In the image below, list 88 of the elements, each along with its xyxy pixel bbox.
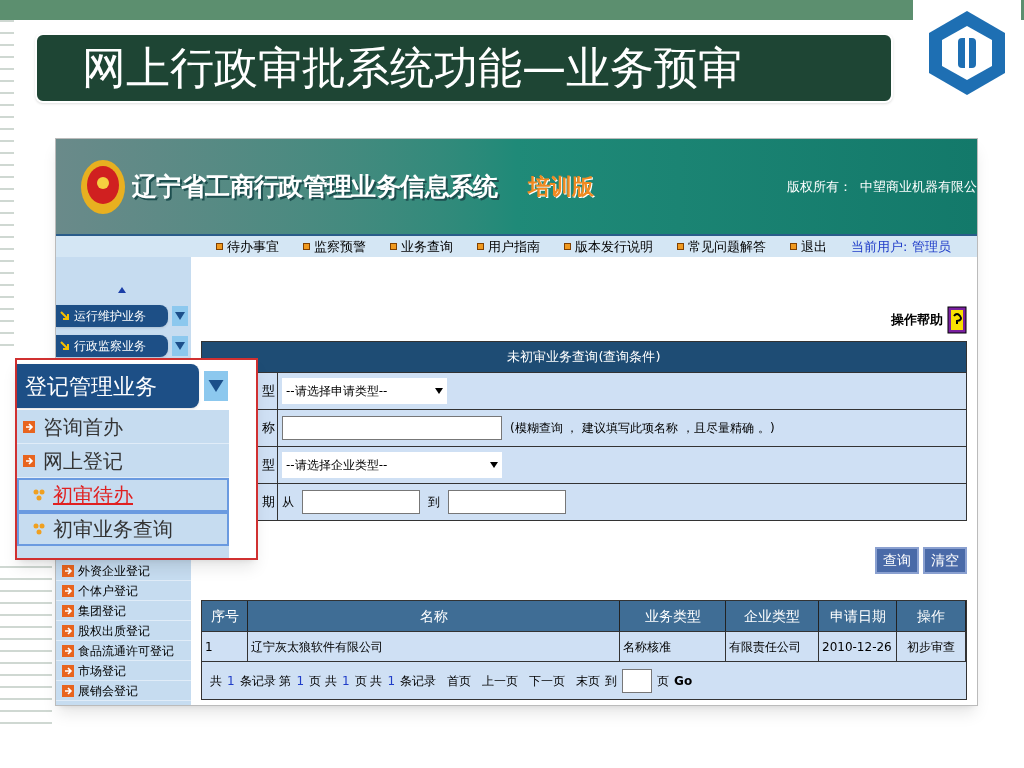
caret-icon[interactable] [490, 462, 498, 468]
field-label: 型 [262, 382, 275, 401]
sidebar-item[interactable]: 集团登记 [56, 601, 191, 621]
sidebar-item[interactable]: 展销会登记 [56, 681, 191, 701]
date-input[interactable] [448, 490, 566, 514]
nav-link[interactable]: 用户指南 [477, 236, 540, 257]
pager-link[interactable]: 首页 [447, 671, 472, 690]
arrow-icon [60, 311, 70, 321]
nav-link[interactable]: 版本发行说明 [564, 236, 653, 257]
table-cell-text: 2010-12-26 [822, 638, 892, 656]
pager-count: 1 [387, 672, 396, 690]
sidebar-item[interactable]: 食品流通许可登记 [56, 641, 191, 661]
menu-item[interactable]: 初审业务查询 [17, 512, 229, 546]
pager-count: 1 [341, 672, 350, 690]
hint-text: (模糊查询 ， 建议填写此项名称 ，且尽量精确 。) [510, 420, 775, 437]
arrow-icon [62, 664, 74, 677]
date-input[interactable] [302, 490, 420, 514]
form-title: 未初审业务查询(查询条件) [202, 342, 966, 372]
sidebar-item[interactable]: 外资企业登记 [56, 561, 191, 581]
pager-text: 共 [210, 672, 222, 690]
arrow-icon [62, 564, 74, 577]
field-label: 期 [262, 493, 275, 512]
nav-link[interactable]: 退出 [790, 236, 827, 257]
from-label: 从 [282, 494, 294, 511]
pager-text: 到 [605, 672, 618, 690]
table-cell-text: 1 [205, 638, 213, 656]
copyright-text: 版权所有： 中望商业机器有限公 [786, 177, 977, 196]
table-cell-text: 有限责任公司 [729, 638, 801, 656]
column-header: 企业类型 [744, 606, 800, 626]
field-label: 型 [262, 456, 275, 475]
page-input[interactable] [622, 668, 653, 693]
menu-group-tab[interactable]: 登记管理业务 [17, 364, 199, 408]
sidebar-item[interactable]: 市场登记 [56, 661, 191, 681]
pager-count: 1 [227, 672, 235, 690]
pager-text: 条记录 [400, 672, 437, 690]
pager-link[interactable]: 末页 [576, 671, 601, 690]
menu-group-tab[interactable]: 行政监察业务 [56, 335, 168, 357]
to-label: 到 [428, 494, 440, 511]
bullet-icon [33, 489, 45, 501]
column-header: 名称 [419, 606, 448, 626]
pager-link[interactable]: 上一页 [482, 671, 519, 690]
scroll-up-icon[interactable] [118, 287, 126, 293]
column-header: 操作 [917, 606, 945, 626]
pager-text: 条记录 第 [239, 672, 292, 690]
column-header: 序号 [210, 606, 239, 626]
pager-count: 1 [296, 672, 305, 690]
table-cell[interactable]: 初步审查 [907, 637, 955, 656]
go-link[interactable]: Go [674, 671, 693, 690]
action-button[interactable]: 查询 [875, 547, 919, 574]
column-header: 申请日期 [829, 606, 886, 626]
table-cell-text: 名称核准 [623, 638, 671, 656]
arrow-icon [62, 684, 74, 697]
sidebar-item[interactable]: 个体户登记 [56, 581, 191, 601]
pager-text: 页 共 [309, 672, 337, 690]
column-header: 业务类型 [644, 606, 701, 626]
pager-text: 页 共 [354, 672, 383, 690]
action-button[interactable]: 清空 [923, 547, 967, 574]
nav-link[interactable]: 常见问题解答 [677, 236, 766, 257]
pager-link[interactable]: 下一页 [529, 671, 566, 690]
arrow-icon [62, 624, 74, 637]
bullet-icon [33, 523, 45, 535]
pager-text: 页 [657, 672, 670, 690]
arrow-icon [23, 454, 35, 467]
slide-title: 网上行政审批系统功能—业务预审 [35, 33, 893, 103]
help-icon[interactable] [947, 306, 967, 334]
arrow-icon [60, 341, 70, 351]
arrow-icon [23, 420, 35, 433]
select-field[interactable]: --请选择企业类型-- [282, 452, 502, 478]
sidebar-item[interactable]: 股权出质登记 [56, 621, 191, 641]
arrow-icon [62, 584, 74, 597]
arrow-icon [62, 604, 74, 617]
nav-link[interactable]: 监察预警 [303, 236, 366, 257]
nav-link[interactable]: 待办事宜 [216, 236, 279, 257]
table-cell-text: 辽宁灰太狼软件有限公司 [251, 638, 383, 656]
help-label[interactable]: 操作帮助 [891, 310, 943, 330]
current-user: 当前用户: 管理员 [851, 237, 951, 256]
caret-icon[interactable] [203, 371, 229, 401]
system-title: 辽宁省工商行政管理业务信息系统 [132, 170, 498, 203]
arrow-icon [62, 644, 74, 657]
nav-link[interactable]: 业务查询 [390, 236, 453, 257]
field-label: 称 [262, 419, 275, 438]
menu-item[interactable]: 咨询首办 [17, 410, 229, 444]
caret-icon[interactable] [435, 388, 443, 394]
select-field[interactable]: --请选择申请类型-- [282, 378, 447, 404]
name-input[interactable] [282, 416, 502, 440]
menu-item[interactable]: 网上登记 [17, 444, 229, 478]
menu-group-tab[interactable]: 运行维护业务 [56, 305, 168, 327]
edition-label: 培训版 [527, 173, 594, 201]
